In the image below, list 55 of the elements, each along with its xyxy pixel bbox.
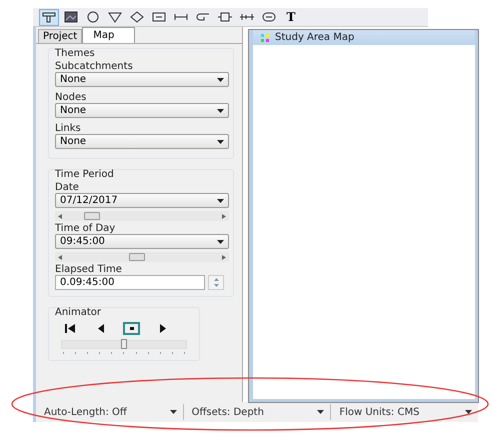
- input-field[interactable]: 0.09:45:00: [55, 275, 205, 290]
- up-arrow-icon: [214, 278, 218, 281]
- right-arrow-icon: [222, 254, 226, 260]
- dropdown[interactable]: None: [55, 103, 229, 118]
- spin-button[interactable]: [208, 275, 224, 290]
- scrollbar[interactable]: [55, 211, 229, 221]
- status-dropdown[interactable]: Auto-Length: Off: [36, 404, 184, 420]
- down-arrow-icon: [214, 284, 218, 288]
- caret-icon: [217, 140, 224, 144]
- hook-shape-icon: [195, 11, 211, 23]
- oval-shape-icon: [261, 11, 277, 23]
- text-tool[interactable]: T: [281, 8, 301, 26]
- group-title: Themes: [55, 48, 96, 59]
- triangle-shape-icon: [107, 11, 123, 23]
- tab[interactable]: Map: [82, 27, 136, 43]
- field-label: Links: [55, 123, 82, 134]
- image-shape-icon: [63, 11, 79, 23]
- field-label: Time of Day: [55, 223, 116, 234]
- caret-icon: [465, 410, 472, 414]
- dropdown[interactable]: None: [55, 134, 229, 149]
- caret-icon: [170, 410, 177, 414]
- box-shape-icon: [217, 11, 233, 23]
- dropdown[interactable]: 07/12/2017: [55, 193, 229, 208]
- scrollbar[interactable]: [55, 252, 229, 262]
- field-label: Elapsed Time: [55, 264, 123, 275]
- diamond-shape-icon: [129, 11, 145, 23]
- right-arrow-icon: [222, 214, 226, 218]
- left-arrow-icon: [58, 254, 62, 260]
- status-dropdown[interactable]: Flow Units: CMS: [331, 404, 478, 420]
- rect-shape-icon: [151, 11, 167, 23]
- field-label: Nodes: [55, 92, 88, 103]
- caret-icon: [217, 108, 224, 112]
- field-label: Subcatchments: [55, 61, 134, 72]
- group-title: Time Period: [55, 169, 115, 180]
- rewind-icon: [64, 324, 76, 333]
- scroll-thumb[interactable]: [84, 212, 100, 220]
- left-arrow-icon: [58, 214, 62, 218]
- slider[interactable]: [61, 340, 187, 349]
- caret-icon: [217, 78, 224, 82]
- status-dropdown[interactable]: Offsets: Depth: [184, 404, 332, 420]
- line-shape-icon: [173, 11, 189, 23]
- scroll-thumb[interactable]: [129, 253, 146, 261]
- dropdown[interactable]: None: [55, 72, 229, 87]
- caret-icon: [217, 240, 224, 244]
- caret-icon: [217, 198, 224, 202]
- stop-button[interactable]: [123, 322, 140, 335]
- caret-icon: [317, 410, 324, 414]
- dropdown[interactable]: 09:45:00: [55, 234, 229, 249]
- group-title: Animator: [55, 307, 102, 318]
- tab[interactable]: Project: [38, 29, 82, 43]
- circle-shape-icon: [85, 11, 101, 23]
- field-label: Date: [55, 182, 80, 193]
- slider-thumb[interactable]: [121, 339, 127, 349]
- window-title: Study Area Map: [275, 32, 354, 43]
- app-icon: [261, 34, 269, 42]
